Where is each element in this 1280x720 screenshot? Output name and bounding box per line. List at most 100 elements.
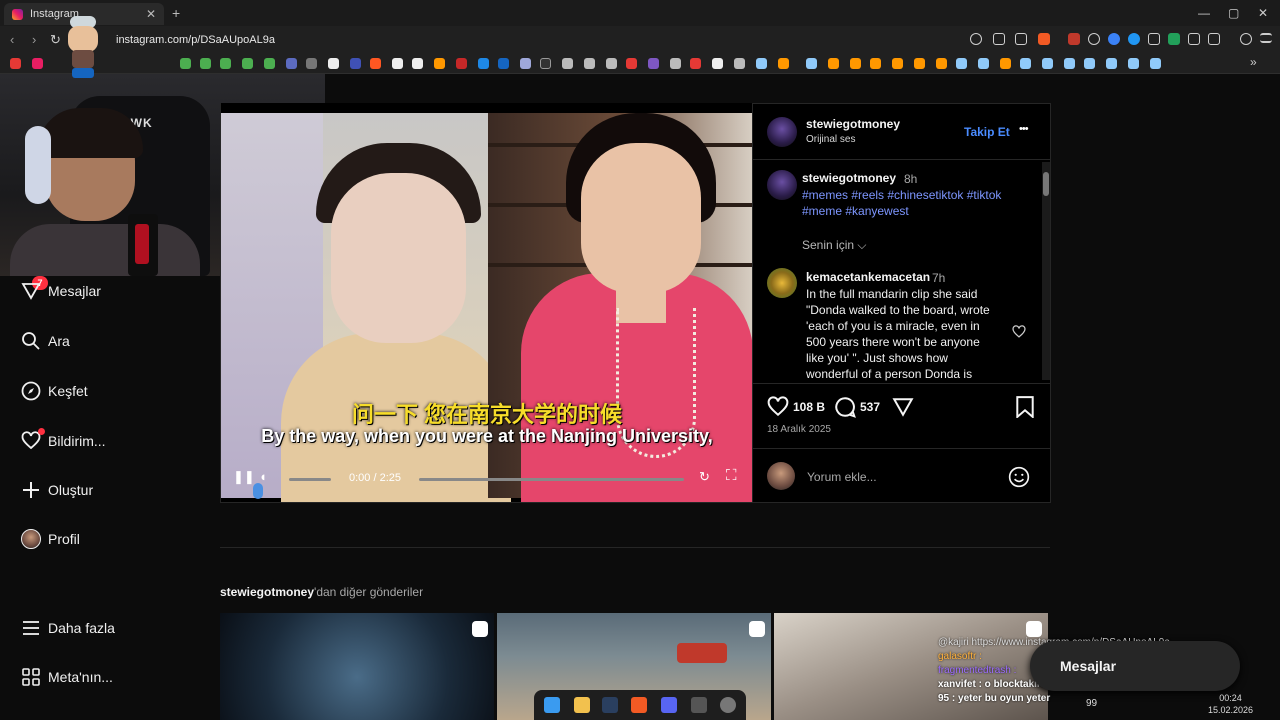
bookmark-icon[interactable] bbox=[778, 58, 789, 69]
hashtags-line[interactable]: #meme #kanyewest bbox=[802, 203, 1001, 219]
bookmark-icon[interactable] bbox=[690, 58, 701, 69]
bookmark-icon[interactable] bbox=[670, 58, 681, 69]
bookmark-icon[interactable] bbox=[712, 58, 723, 69]
bookmark-icon[interactable] bbox=[584, 58, 595, 69]
author-username[interactable]: stewiegotmoney bbox=[806, 117, 900, 131]
sidebar-item-search[interactable]: Ara bbox=[20, 330, 70, 352]
more-posts-author[interactable]: stewiegotmoney bbox=[220, 585, 314, 599]
new-tab-button[interactable]: + bbox=[172, 5, 180, 21]
steam-bookmark-icon[interactable] bbox=[956, 58, 967, 69]
bookmark-icon[interactable] bbox=[220, 58, 231, 69]
bookmark-icon[interactable] bbox=[306, 58, 317, 69]
commenter-username[interactable]: kemacetankemacetan bbox=[806, 270, 930, 284]
for-you-dropdown[interactable]: Senin için ⌵ bbox=[802, 238, 866, 253]
extensions-puzzle-icon[interactable] bbox=[1188, 33, 1200, 45]
steam-bookmark-icon[interactable] bbox=[978, 58, 989, 69]
pause-icon[interactable]: ❚❚ bbox=[233, 469, 255, 485]
more-options-icon[interactable]: ••• bbox=[1019, 123, 1029, 135]
bookmark-icon[interactable] bbox=[286, 58, 297, 69]
bookmark-icon[interactable] bbox=[936, 58, 947, 69]
bookmark-icon[interactable] bbox=[32, 58, 43, 69]
reload-icon[interactable]: ↻ bbox=[50, 32, 61, 48]
extension-icon[interactable] bbox=[1168, 33, 1180, 45]
reddit-bookmark-icon[interactable] bbox=[370, 58, 381, 69]
back-icon[interactable]: ‹ bbox=[10, 32, 14, 47]
bookmark-icon[interactable] bbox=[850, 58, 861, 69]
bookmark-icon[interactable] bbox=[350, 58, 361, 69]
commenter-avatar[interactable] bbox=[767, 268, 797, 298]
extension-icon[interactable] bbox=[1108, 33, 1120, 45]
extension-icon[interactable] bbox=[1068, 33, 1080, 45]
url-field[interactable]: instagram.com/p/DSaAUpoAL9a bbox=[116, 34, 275, 46]
media-icon[interactable] bbox=[1240, 33, 1252, 45]
post-thumbnail[interactable] bbox=[220, 613, 494, 720]
emoji-icon[interactable] bbox=[1008, 466, 1030, 493]
steam-bookmark-icon[interactable] bbox=[1064, 58, 1075, 69]
maximize-button[interactable]: ▢ bbox=[1228, 6, 1239, 20]
steam-bookmark-icon[interactable] bbox=[1150, 58, 1161, 69]
comment-icon[interactable] bbox=[834, 396, 856, 423]
bookmark-icon[interactable] bbox=[392, 58, 403, 69]
bookmark-icon[interactable] bbox=[180, 58, 191, 69]
sidebar-icon[interactable] bbox=[1208, 33, 1220, 45]
bookmark-icon[interactable] bbox=[200, 58, 211, 69]
bookmark-icon[interactable] bbox=[478, 58, 489, 69]
app-icon[interactable] bbox=[720, 697, 736, 713]
hashtags-line[interactable]: #memes #reels #chinesetiktok #tiktok bbox=[802, 187, 1001, 203]
caption-username[interactable]: stewiegotmoney bbox=[802, 171, 896, 185]
bookmark-icon[interactable] bbox=[606, 58, 617, 69]
author-avatar[interactable] bbox=[767, 117, 797, 147]
seek-bar[interactable] bbox=[419, 478, 684, 481]
brave-shield-icon[interactable] bbox=[1038, 33, 1050, 45]
bookmarks-overflow-icon[interactable]: » bbox=[1250, 55, 1257, 69]
bookmark-icon[interactable] bbox=[456, 58, 467, 69]
x-bookmark-icon[interactable] bbox=[328, 58, 339, 69]
replay-icon[interactable]: ↻ bbox=[699, 469, 710, 485]
volume-slider-handle[interactable] bbox=[253, 483, 263, 499]
volume-icon[interactable]: ◖ bbox=[259, 469, 267, 484]
like-count[interactable]: 108 B bbox=[793, 400, 825, 414]
app-icon[interactable] bbox=[691, 697, 707, 713]
save-icon[interactable] bbox=[1015, 396, 1035, 423]
bookmark-icon[interactable] bbox=[520, 58, 531, 69]
steam-bookmark-icon[interactable] bbox=[756, 58, 767, 69]
tab-close-icon[interactable]: ✕ bbox=[146, 7, 156, 21]
bookmark-icon[interactable] bbox=[540, 58, 551, 69]
volume-track[interactable] bbox=[289, 478, 331, 481]
bookmark-icon[interactable] bbox=[242, 58, 253, 69]
bookmark-icon[interactable] bbox=[498, 58, 509, 69]
steam-bookmark-icon[interactable] bbox=[1106, 58, 1117, 69]
windows-start-icon[interactable] bbox=[544, 697, 560, 713]
sidebar-item-notifications[interactable]: Bildirim... bbox=[20, 430, 106, 452]
bookmark-icon[interactable] bbox=[412, 58, 423, 69]
sidebar-item-meta[interactable]: Meta'nın... bbox=[20, 666, 113, 688]
bookmark-icon[interactable] bbox=[10, 58, 21, 69]
steam-bookmark-icon[interactable] bbox=[1042, 58, 1053, 69]
menu-icon[interactable] bbox=[1260, 33, 1272, 43]
audio-label[interactable]: Orijinal ses bbox=[806, 134, 855, 145]
window-close-button[interactable]: ✕ bbox=[1258, 6, 1268, 20]
steam-bookmark-icon[interactable] bbox=[1128, 58, 1139, 69]
steam-bookmark-icon[interactable] bbox=[806, 58, 817, 69]
bookmark-icon[interactable] bbox=[648, 58, 659, 69]
extension-icon[interactable] bbox=[1148, 33, 1160, 45]
bookmark-icon[interactable] bbox=[1000, 58, 1011, 69]
discord-icon[interactable] bbox=[661, 697, 677, 713]
forward-icon[interactable]: › bbox=[32, 32, 36, 47]
steam-bookmark-icon[interactable] bbox=[1020, 58, 1031, 69]
comments-scrollbar-thumb[interactable] bbox=[1043, 172, 1049, 196]
bookmark-icon[interactable] bbox=[434, 58, 445, 69]
bookmark-icon[interactable] bbox=[914, 58, 925, 69]
folder-icon[interactable] bbox=[734, 58, 745, 69]
extension-icon[interactable] bbox=[1128, 33, 1140, 45]
brave-icon[interactable] bbox=[631, 697, 647, 713]
fullscreen-icon[interactable]: ⛶ bbox=[726, 467, 737, 484]
follow-button[interactable]: Takip Et bbox=[964, 125, 1010, 139]
sidebar-item-profile[interactable]: Profil bbox=[20, 528, 80, 550]
bookmark-icon[interactable] bbox=[562, 58, 573, 69]
zoom-icon[interactable] bbox=[970, 33, 982, 45]
comment-input[interactable]: Yorum ekle... bbox=[807, 470, 877, 484]
comment-like-heart-icon[interactable] bbox=[1012, 325, 1026, 344]
share-icon[interactable] bbox=[892, 396, 914, 423]
sidebar-item-create[interactable]: Oluştur bbox=[20, 479, 93, 501]
